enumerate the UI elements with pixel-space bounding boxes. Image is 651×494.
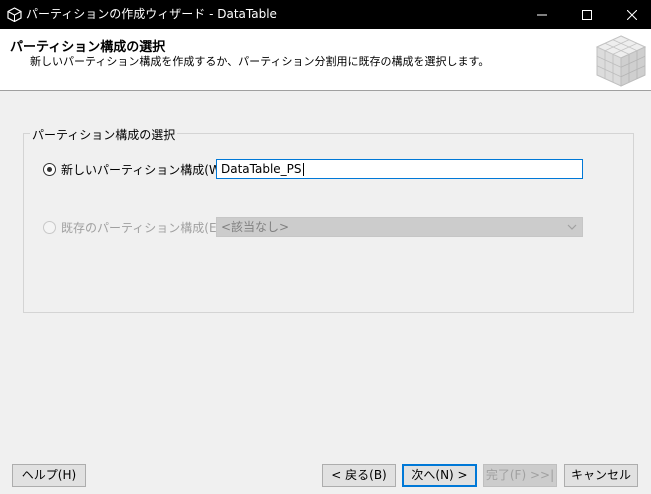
minimize-icon xyxy=(537,14,547,15)
new-scheme-radio[interactable] xyxy=(43,163,56,176)
minimize-button[interactable] xyxy=(519,0,565,29)
close-icon xyxy=(627,9,637,20)
existing-scheme-radio[interactable] xyxy=(43,221,56,234)
next-button[interactable]: 次へ(N) > xyxy=(402,464,477,487)
existing-scheme-dropdown[interactable]: <該当なし> xyxy=(216,217,583,237)
chevron-down-icon xyxy=(567,224,577,230)
new-scheme-option[interactable]: 新しいパーティション構成(W): xyxy=(43,161,230,178)
cancel-button[interactable]: キャンセル xyxy=(564,464,638,487)
finish-button[interactable]: 完了(F) >>| xyxy=(483,464,557,487)
window-title: パーティションの作成ウィザード - DataTable xyxy=(26,7,277,21)
existing-scheme-option[interactable]: 既存のパーティション構成(E): xyxy=(43,219,225,236)
cube-grid-icon xyxy=(595,35,647,87)
maximize-button[interactable] xyxy=(564,0,610,29)
header-banner: パーティション構成の選択 新しいパーティション構成を作成するか、パーティション分… xyxy=(0,29,651,91)
text-caret xyxy=(302,163,304,176)
back-button[interactable]: < 戻る(B) xyxy=(322,464,396,487)
new-scheme-name-value: DataTable_PS xyxy=(221,162,302,176)
maximize-icon xyxy=(582,9,592,20)
new-scheme-name-input[interactable]: DataTable_PS xyxy=(216,159,583,179)
close-button[interactable] xyxy=(609,0,651,29)
cube-app-icon xyxy=(7,7,22,22)
group-legend: パーティション構成の選択 xyxy=(30,126,178,143)
existing-scheme-selected: <該当なし> xyxy=(221,220,290,234)
help-button[interactable]: ヘルプ(H) xyxy=(12,464,86,487)
page-description: 新しいパーティション構成を作成するか、パーティション分割用に既存の構成を選択しま… xyxy=(30,55,490,68)
title-bar: パーティションの作成ウィザード - DataTable xyxy=(0,0,651,29)
new-scheme-label: 新しいパーティション構成(W): xyxy=(61,163,230,177)
existing-scheme-label: 既存のパーティション構成(E): xyxy=(61,221,226,235)
